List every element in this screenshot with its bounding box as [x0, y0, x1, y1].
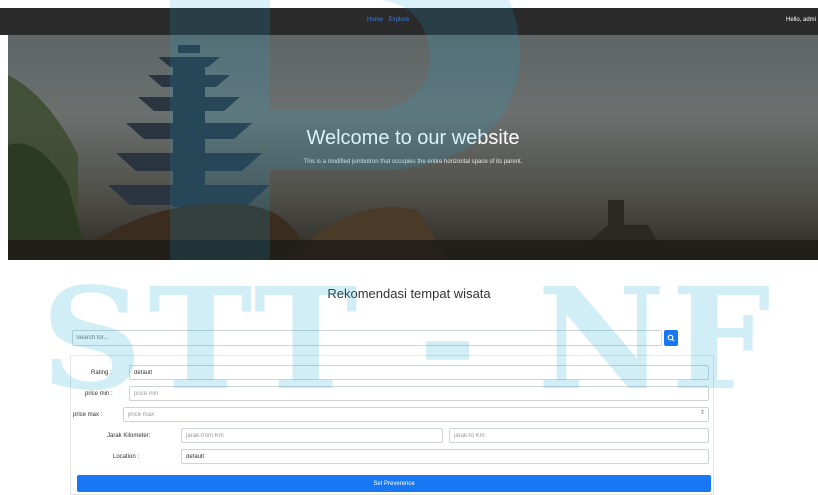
price-min-field[interactable]: [129, 386, 709, 401]
preference-form: Rating : price min : price max : ⇕ Jarak…: [70, 355, 714, 495]
hero-subtitle: This is a modified jumbotron that occupi…: [303, 159, 523, 165]
search-button[interactable]: [664, 330, 678, 346]
price-min-label: price min :: [85, 391, 113, 397]
search-input[interactable]: [72, 330, 662, 346]
hero-jumbotron: Welcome to our website This is a modifie…: [8, 35, 818, 260]
price-max-label: price max :: [73, 412, 103, 418]
search-icon: [667, 334, 675, 342]
nav-link-home[interactable]: Home: [367, 17, 383, 23]
location-label: Location :: [113, 454, 140, 460]
location-field[interactable]: [181, 449, 709, 464]
distance-label: Jarak Kilometer:: [107, 433, 151, 439]
section-title: Rekomendasi tempat wisata: [327, 286, 491, 301]
navbar: Home Explore Hello, admi: [0, 8, 818, 35]
price-max-field[interactable]: [123, 407, 709, 422]
nav-link-explore[interactable]: Explore: [389, 17, 409, 23]
number-spinner-icon[interactable]: ⇕: [700, 410, 705, 416]
distance-from-field[interactable]: [181, 428, 443, 443]
search-row: [72, 330, 678, 346]
rating-label: Rating :: [91, 370, 112, 376]
nav-links: Home Explore: [367, 17, 413, 23]
price-max-wrapper: ⇕: [123, 407, 709, 422]
main-content: Rekomendasi tempat wisata Rating : price…: [0, 260, 818, 495]
user-greeting[interactable]: Hello, admi: [786, 17, 816, 23]
rating-field[interactable]: [129, 365, 709, 380]
distance-to-field[interactable]: [449, 428, 709, 443]
hero-title: Welcome to our website: [306, 127, 520, 149]
set-preference-button[interactable]: Set Preverence: [77, 475, 711, 492]
